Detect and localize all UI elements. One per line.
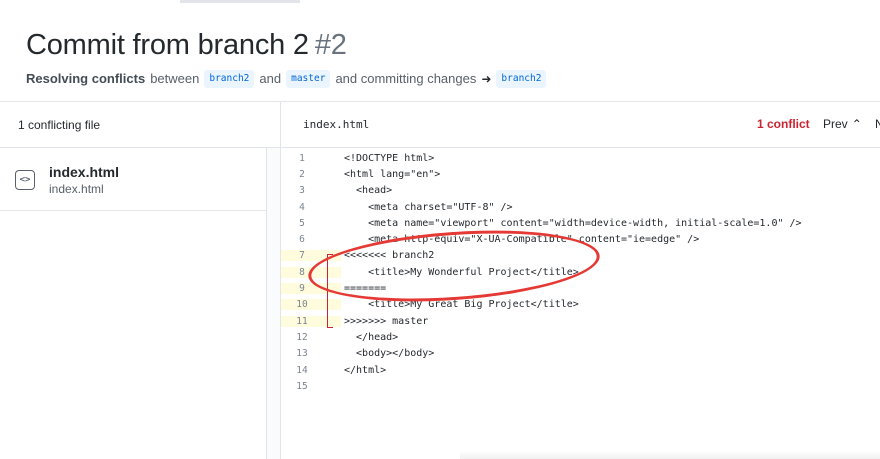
line-number: 3 — [299, 185, 305, 197]
code-text: </head> — [344, 331, 399, 343]
page-subtitle: Resolving conflicts between branch2 and … — [26, 69, 880, 89]
prev-label: Prev — [823, 117, 848, 131]
code-text: >>>>>>> master — [344, 315, 429, 327]
code-text: <head> — [344, 185, 393, 197]
top-tab-indicator — [180, 0, 300, 3]
code-line[interactable]: 4 <meta charset="UTF-8" /> — [281, 199, 880, 215]
code-line[interactable]: 9 ======= — [281, 280, 880, 296]
page-title-text: Commit from branch 2 — [26, 29, 309, 61]
toolbar-top-divider — [0, 101, 880, 102]
subtitle-strong: Resolving conflicts — [26, 71, 146, 86]
code-line[interactable]: 6 <meta http-equiv="X-UA-Compatible" con… — [281, 231, 880, 247]
code-line[interactable]: 10 <title>My Great Big Project</title> — [281, 297, 880, 313]
code-line[interactable]: 7 <<<<<<< branch2 — [281, 248, 880, 264]
conflicting-files-heading: 1 conflicting file — [18, 118, 101, 132]
code-line[interactable]: 15 — [281, 378, 880, 394]
conflict-bracket-marker — [326, 254, 333, 328]
line-number: 1 — [299, 152, 305, 164]
code-line[interactable]: 3 <head> — [281, 183, 880, 199]
code-editor[interactable]: 1 <!DOCTYPE html> 2 <html lang="en"> 3 <head… — [281, 150, 880, 459]
code-line[interactable]: 5 <meta name="viewport" content="width=d… — [281, 215, 880, 231]
code-line[interactable]: 14 </html> — [281, 362, 880, 378]
subtitle-action: and committing changes — [335, 71, 477, 86]
page-header: Commit from branch 2 #2 Resolving conflic… — [26, 28, 880, 89]
subtitle-between: between — [150, 71, 200, 86]
line-number: 12 — [296, 331, 308, 343]
code-text: <html lang="en"> — [344, 168, 441, 180]
code-text: <title>My Great Big Project</title> — [344, 299, 579, 311]
code-text: <meta name="viewport" content="width=dev… — [344, 217, 802, 229]
line-number: 6 — [299, 234, 305, 246]
code-text: <!DOCTYPE html> — [344, 152, 435, 164]
code-text: <title>My Wonderful Project</title> — [344, 266, 579, 278]
branch-to-badge[interactable]: master — [286, 70, 331, 88]
code-text: <meta charset="UTF-8" /> — [344, 201, 513, 213]
line-number: 14 — [296, 364, 308, 376]
line-number: 13 — [296, 348, 308, 360]
file-path: index.html — [49, 182, 104, 196]
code-text: <<<<<<< branch2 — [344, 250, 435, 262]
page-title: Commit from branch 2 #2 — [26, 28, 880, 62]
file-list-item[interactable]: <> index.html index.html — [0, 148, 266, 211]
line-number: 5 — [299, 217, 305, 229]
code-text: <body></body> — [344, 348, 435, 360]
line-number: 2 — [299, 168, 305, 180]
branch-from-badge[interactable]: branch2 — [204, 70, 255, 88]
code-text: ======= — [344, 283, 387, 295]
conflict-count: 1 conflict — [757, 117, 810, 131]
subtitle-and: and — [259, 71, 282, 86]
target-branch-badge[interactable]: branch2 — [496, 70, 547, 88]
arrow-right-icon: ➜ — [481, 72, 492, 86]
code-line[interactable]: 12 </head> — [281, 329, 880, 345]
code-line[interactable]: 1 <!DOCTYPE html> — [281, 150, 880, 166]
editor-bottom-shadow — [460, 451, 880, 459]
code-text: </html> — [344, 364, 387, 376]
code-line[interactable]: 13 <body></body> — [281, 346, 880, 362]
code-file-icon: <> — [15, 170, 35, 190]
prev-conflict-button[interactable]: Prev ⌃ — [823, 117, 862, 131]
line-number: 15 — [296, 380, 308, 392]
code-line[interactable]: 8 <title>My Wonderful Project</title> — [281, 264, 880, 280]
code-line[interactable]: 2 <html lang="en"> — [281, 166, 880, 182]
file-name: index.html — [49, 164, 120, 180]
code-text: <meta http-equiv="X-UA-Compatible" conte… — [344, 234, 700, 246]
pr-number: #2 — [314, 29, 347, 61]
editor-filename: index.html — [303, 118, 370, 131]
line-number: 4 — [299, 201, 305, 213]
next-conflict-button[interactable]: N — [875, 117, 880, 131]
chevron-up-icon: ⌃ — [851, 117, 862, 131]
sidebar-scrollbar[interactable] — [266, 148, 280, 459]
code-line[interactable]: 11 >>>>>>> master — [281, 313, 880, 329]
